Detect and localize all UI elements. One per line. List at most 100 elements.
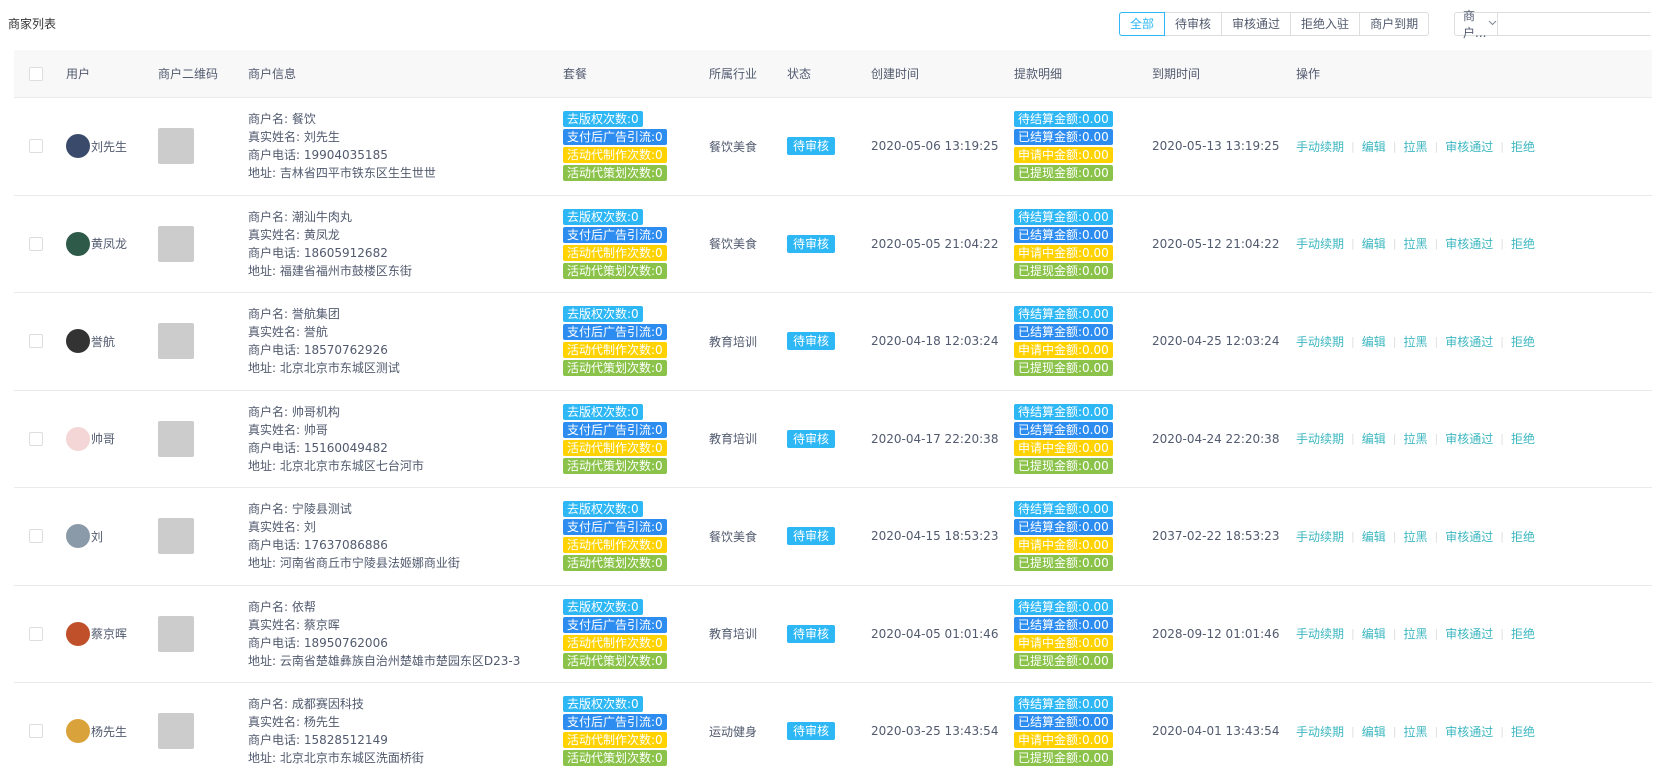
withdraw-tag: 待结算金额:0.00 (1014, 208, 1113, 225)
reject-button[interactable]: 拒绝 (1511, 528, 1535, 545)
withdraw-tag: 已结算金额:0.00 (1014, 714, 1113, 731)
search-input[interactable] (1498, 13, 1660, 35)
merchant-info: 商户名: 依帮 真实姓名: 蔡京晖 商户电话: 18950762006 地址: 云南省… (248, 586, 520, 683)
status-cell: 待审核 (787, 391, 836, 488)
blacklist-button[interactable]: 拉黑 (1403, 723, 1427, 740)
edit-button[interactable]: 编辑 (1362, 430, 1386, 447)
edit-button[interactable]: 编辑 (1362, 528, 1386, 545)
approve-button[interactable]: 审核通过 (1445, 430, 1493, 447)
merchant-info-line: 商户电话: 18950762006 (248, 635, 388, 650)
withdraw-tag: 已提现金额:0.00 (1014, 652, 1113, 669)
approve-button[interactable]: 审核通过 (1445, 333, 1493, 350)
merchant-info-line: 商户名: 帅哥机构 (248, 404, 340, 419)
row-actions: 手动续期 | 编辑 | 拉黑 | 审核通过 | 拒绝 (1296, 488, 1535, 585)
row-checkbox[interactable] (29, 236, 43, 251)
merchant-qr-code[interactable] (158, 518, 194, 555)
table-row: 誉航 商户名: 誉航集团 真实姓名: 誉航 商户电话: 18570762926 地址: … (14, 293, 1652, 391)
filter-expired-button[interactable]: 商户到期 (1359, 12, 1430, 36)
merchant-info: 商户名: 帅哥机构 真实姓名: 帅哥 商户电话: 15160049482 地址: 北京… (248, 391, 424, 488)
row-checkbox[interactable] (29, 724, 43, 739)
merchant-info-line: 商户电话: 15828512149 (248, 733, 388, 748)
blacklist-button[interactable]: 拉黑 (1403, 430, 1427, 447)
search-field-select[interactable]: 商户... (1455, 9, 1499, 40)
withdraw-tag: 申请中金额:0.00 (1014, 147, 1113, 164)
renew-button[interactable]: 手动续期 (1296, 528, 1344, 545)
edit-button[interactable]: 编辑 (1362, 625, 1386, 642)
package-tag: 支付后广告引流:0 (563, 421, 667, 438)
edit-button[interactable]: 编辑 (1362, 235, 1386, 252)
filter-pending-button[interactable]: 待审核 (1164, 12, 1223, 36)
withdraw-tag: 已提现金额:0.00 (1014, 262, 1113, 279)
row-checkbox[interactable] (29, 139, 43, 154)
merchant-qr-code[interactable] (158, 615, 194, 652)
renew-button[interactable]: 手动续期 (1296, 625, 1344, 642)
blacklist-button[interactable]: 拉黑 (1403, 625, 1427, 642)
blacklist-button[interactable]: 拉黑 (1403, 138, 1427, 155)
withdraw-tags: 待结算金额:0.00 已结算金额:0.00 申请中金额:0.00 已提现金额:0.00 (1014, 586, 1113, 683)
reject-button[interactable]: 拒绝 (1511, 723, 1535, 740)
merchant-qr-code[interactable] (158, 420, 194, 457)
blacklist-button[interactable]: 拉黑 (1403, 528, 1427, 545)
merchant-qr-code[interactable] (158, 225, 194, 262)
approve-button[interactable]: 审核通过 (1445, 235, 1493, 252)
row-actions: 手动续期 | 编辑 | 拉黑 | 审核通过 | 拒绝 (1296, 683, 1535, 777)
package-tag: 活动代策划次数:0 (563, 360, 667, 377)
chevron-down-icon (1488, 19, 1497, 29)
withdraw-tag: 已结算金额:0.00 (1014, 324, 1113, 341)
renew-button[interactable]: 手动续期 (1296, 723, 1344, 740)
merchant-qr-code[interactable] (158, 323, 194, 360)
package-tag: 活动代制作次数:0 (563, 537, 667, 554)
renew-button[interactable]: 手动续期 (1296, 138, 1344, 155)
edit-button[interactable]: 编辑 (1362, 723, 1386, 740)
merchant-info-line: 商户电话: 18570762926 (248, 343, 388, 358)
blacklist-button[interactable]: 拉黑 (1403, 333, 1427, 350)
withdraw-tag: 待结算金额:0.00 (1014, 501, 1113, 518)
package-tags: 去版权次数:0 支付后广告引流:0 活动代制作次数:0 活动代策划次数:0 (563, 196, 667, 293)
filter-rejected-button[interactable]: 拒绝入驻 (1290, 12, 1361, 36)
merchant-info-line: 真实姓名: 誉航 (248, 325, 328, 340)
user-cell: 刘先生 (66, 98, 127, 195)
row-checkbox[interactable] (29, 529, 43, 544)
approve-button[interactable]: 审核通过 (1445, 528, 1493, 545)
row-select-cell (29, 488, 43, 585)
col-withdraw: 提款明细 (1014, 67, 1063, 81)
row-checkbox[interactable] (29, 626, 43, 641)
edit-button[interactable]: 编辑 (1362, 138, 1386, 155)
user-name: 黄凤龙 (91, 237, 128, 252)
row-actions: 手动续期 | 编辑 | 拉黑 | 审核通过 | 拒绝 (1296, 196, 1535, 293)
reject-button[interactable]: 拒绝 (1511, 430, 1535, 447)
filter-all-button[interactable]: 全部 (1119, 12, 1166, 36)
edit-button[interactable]: 编辑 (1362, 333, 1386, 350)
expire-time: 2037-02-22 18:53:23 (1152, 529, 1280, 544)
approve-button[interactable]: 审核通过 (1445, 723, 1493, 740)
row-checkbox[interactable] (29, 334, 43, 349)
withdraw-tags: 待结算金额:0.00 已结算金额:0.00 申请中金额:0.00 已提现金额:0.00 (1014, 488, 1113, 585)
withdraw-tag: 已结算金额:0.00 (1014, 519, 1113, 536)
approve-button[interactable]: 审核通过 (1445, 625, 1493, 642)
reject-button[interactable]: 拒绝 (1511, 333, 1535, 350)
select-all-checkbox[interactable] (29, 66, 43, 81)
row-select-cell (29, 391, 43, 488)
row-checkbox[interactable] (29, 431, 43, 446)
blacklist-button[interactable]: 拉黑 (1403, 235, 1427, 252)
filter-approved-button[interactable]: 审核通过 (1221, 12, 1292, 36)
row-select-cell (29, 683, 43, 777)
reject-button[interactable]: 拒绝 (1511, 235, 1535, 252)
renew-button[interactable]: 手动续期 (1296, 333, 1344, 350)
industry: 餐饮美食 (709, 529, 758, 544)
table-row: 刘 商户名: 宁陵县测试 真实姓名: 刘商户电话: 17637086886 地址: 河… (14, 488, 1652, 586)
expire-time: 2020-05-13 13:19:25 (1152, 139, 1280, 154)
renew-button[interactable]: 手动续期 (1296, 430, 1344, 447)
merchant-info-line: 地址: 福建省福州市鼓楼区东街 (248, 263, 412, 278)
merchant-qr-code[interactable] (158, 128, 194, 165)
merchant-qr-code[interactable] (158, 713, 194, 750)
action-divider: | (1392, 529, 1397, 543)
action-divider: | (1434, 237, 1439, 251)
reject-button[interactable]: 拒绝 (1511, 625, 1535, 642)
created-time: 2020-04-15 18:53:23 (871, 529, 999, 544)
package-tag: 活动代制作次数:0 (563, 732, 667, 749)
renew-button[interactable]: 手动续期 (1296, 235, 1344, 252)
reject-button[interactable]: 拒绝 (1511, 138, 1535, 155)
approve-button[interactable]: 审核通过 (1445, 138, 1493, 155)
package-tag: 活动代策划次数:0 (563, 652, 667, 669)
